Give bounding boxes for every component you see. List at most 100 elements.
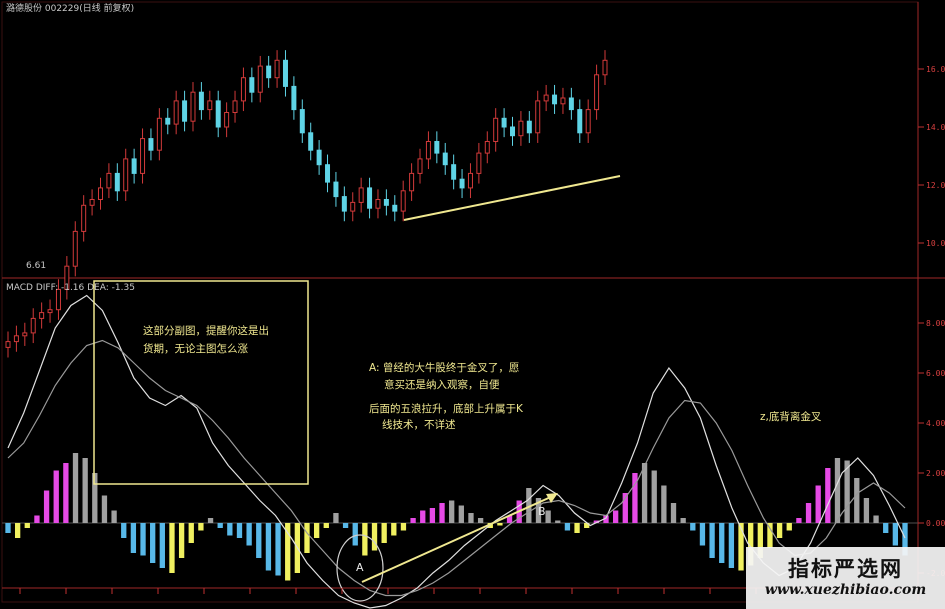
histogram-bar <box>198 523 204 531</box>
candle-body <box>249 77 255 93</box>
candle-body <box>207 100 213 111</box>
candle-body <box>97 187 103 200</box>
candle-body <box>358 187 364 203</box>
histogram-bar <box>111 510 117 523</box>
candle-body <box>602 59 608 76</box>
candle-body <box>299 109 305 134</box>
histogram-bar <box>892 523 899 546</box>
histogram-bar <box>410 518 416 523</box>
macd-tick-label: 4.00 <box>926 419 945 428</box>
candle-body <box>266 65 272 79</box>
candle-body <box>560 97 566 105</box>
candle-body <box>552 94 558 105</box>
price-tick-label: 12.00 <box>926 181 945 190</box>
histogram-bar <box>825 468 831 523</box>
histogram-bar <box>256 523 262 558</box>
candle-body <box>325 164 331 183</box>
candle-body <box>274 59 280 79</box>
candle-body <box>383 199 389 206</box>
candle-body <box>282 59 288 87</box>
histogram-bar <box>690 523 696 531</box>
candle-body <box>240 77 246 102</box>
histogram-bar <box>362 523 368 556</box>
histogram-bar <box>497 523 503 526</box>
histogram-bar <box>34 515 40 523</box>
histogram-bar <box>371 523 378 551</box>
macd-tick-label: 6.00 <box>926 369 945 378</box>
candle-body <box>375 199 381 209</box>
histogram-bar <box>140 523 146 556</box>
price-trend-line <box>403 175 621 221</box>
candle-body <box>341 196 347 212</box>
macd-trend-arrow <box>361 495 554 583</box>
candle-body <box>417 158 423 174</box>
histogram-bar <box>285 523 291 581</box>
candle-body <box>467 172 473 189</box>
box-note-line2: 货期，无论主图怎么涨 <box>143 342 248 355</box>
histogram-bar <box>863 498 870 523</box>
candle-body <box>5 341 11 348</box>
histogram-bar <box>786 523 792 531</box>
stock-chart: 潞德股份 002229(日线 前复权) 16.00 14.00 12.00 10.00… <box>1 1 945 609</box>
histogram-bar <box>265 523 272 571</box>
price-tick-label: 16.00 <box>926 65 945 74</box>
candle-body <box>510 126 516 137</box>
histogram-bar <box>236 523 243 538</box>
candle-body <box>367 187 373 209</box>
histogram-bar <box>313 523 320 538</box>
candle-body <box>232 100 238 114</box>
histogram-bar <box>776 523 783 538</box>
histogram-bar <box>873 515 879 523</box>
candle-body <box>451 164 457 180</box>
histogram-bar <box>612 510 619 523</box>
histogram-bar <box>564 523 571 531</box>
note-z: z,底背离金叉 <box>760 410 822 423</box>
histogram-bar <box>883 523 889 533</box>
histogram-bar <box>670 503 677 523</box>
watermark-title: 指标严选网 <box>788 557 903 581</box>
histogram-bar <box>24 523 30 528</box>
candle-body <box>350 201 356 212</box>
candle-body <box>425 141 431 160</box>
histogram-bar <box>178 523 185 558</box>
histogram-bar <box>150 523 156 563</box>
histogram-bar <box>121 523 127 538</box>
candle-body <box>333 181 339 198</box>
marker-a: A <box>356 561 364 574</box>
candle-body <box>535 100 541 134</box>
candle-body <box>501 117 507 128</box>
histogram-bar <box>82 458 88 523</box>
histogram-bar <box>439 503 445 523</box>
histogram-bar <box>352 523 358 546</box>
histogram-bar <box>815 485 821 523</box>
candle-body <box>476 152 482 174</box>
candle-body <box>22 332 28 337</box>
candle-body <box>89 199 95 206</box>
histogram-bar <box>767 523 773 548</box>
candle-body <box>30 317 36 334</box>
histogram-bar <box>342 523 349 528</box>
histogram-bar <box>641 463 648 523</box>
histogram-bar <box>854 478 860 523</box>
histogram-bar <box>43 490 50 523</box>
note-a-line2: 意买还是纳入观察，自便 <box>384 378 500 391</box>
candlestick-series <box>5 50 608 358</box>
histogram-bar <box>169 523 175 573</box>
histogram-bar <box>574 523 580 533</box>
histogram-bar <box>738 523 744 571</box>
histogram-bar <box>227 523 233 536</box>
watermark: 指标严选网 www.xuezhibiao.com <box>746 547 945 609</box>
histogram-bar <box>304 523 310 553</box>
candle-body <box>39 312 45 319</box>
histogram-bar <box>381 523 387 543</box>
note-a-line4: 线技术，不详述 <box>382 418 456 431</box>
candle-body <box>140 138 146 174</box>
candle-body <box>106 172 112 189</box>
note-a-line1: A: 曾经的大牛股终于金叉了，愿 <box>369 361 519 374</box>
candle-body <box>577 109 583 134</box>
histogram-bar <box>719 523 725 563</box>
histogram-bar <box>246 523 252 546</box>
candle-body <box>165 117 171 125</box>
candle-body <box>190 91 196 122</box>
histogram-bar <box>699 523 706 546</box>
